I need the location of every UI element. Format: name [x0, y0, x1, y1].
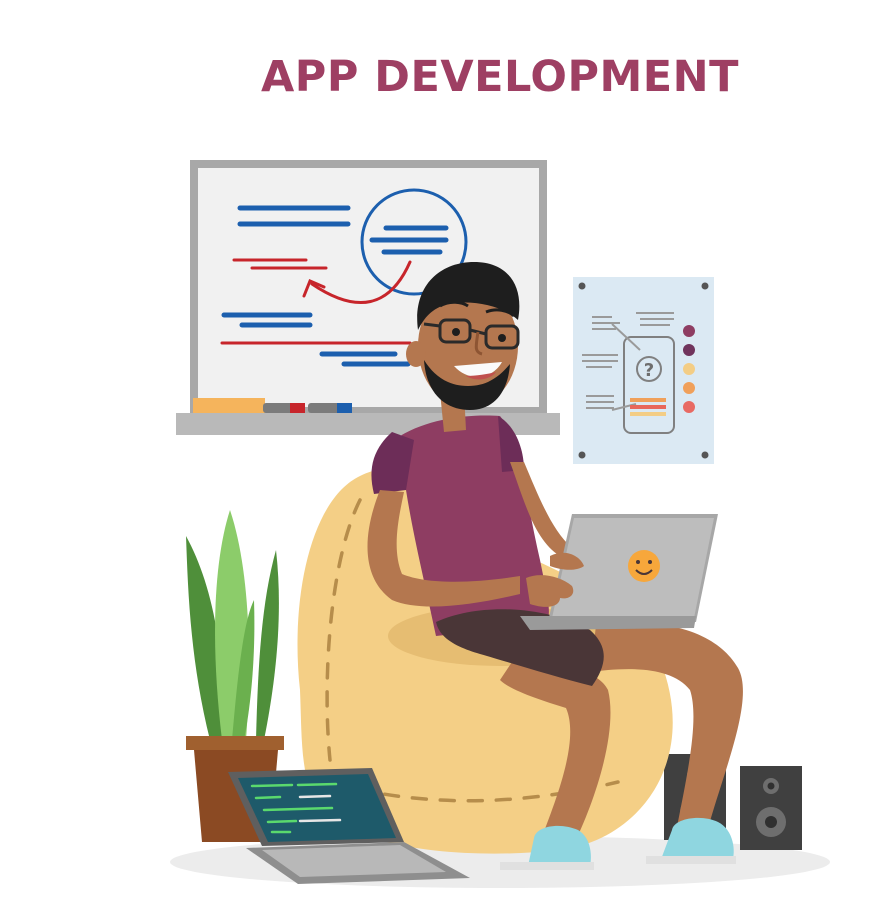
speaker-right	[740, 766, 802, 850]
scene: ?	[170, 160, 830, 888]
app-wireframe-poster: ?	[573, 277, 714, 464]
illustration: APP DEVELOPMENT ?	[0, 0, 876, 898]
sticky-note	[193, 398, 265, 413]
smiley-face-icon	[628, 550, 660, 582]
question-mark-icon: ?	[644, 360, 654, 381]
